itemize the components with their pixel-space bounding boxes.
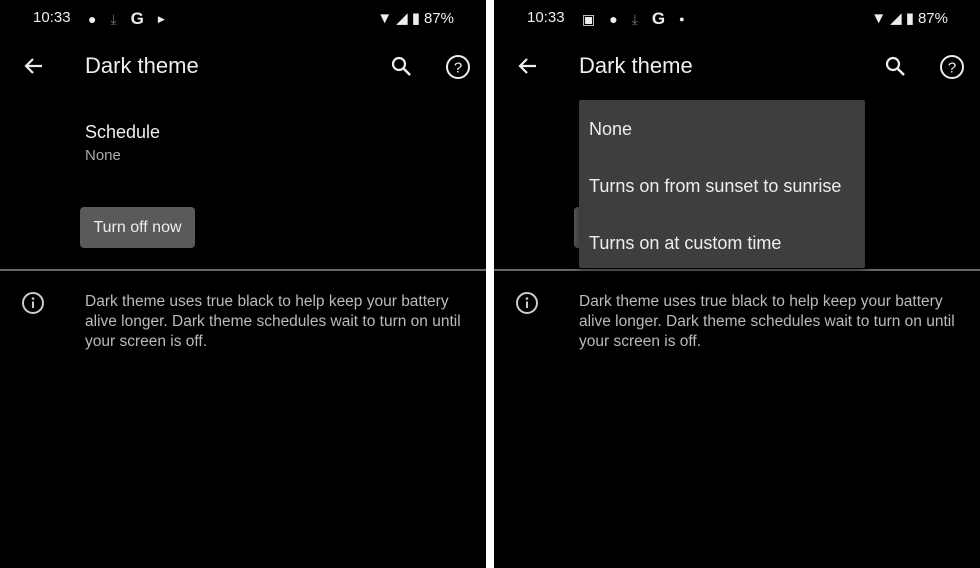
svg-text:?: ? — [948, 60, 956, 77]
battery-level: 87% — [917, 9, 948, 27]
location-icon: ● — [609, 11, 618, 27]
turn-off-now-button[interactable]: Turn off now — [80, 207, 195, 248]
download-icon: ⤓ — [110, 10, 117, 27]
divider — [494, 269, 980, 271]
status-right: ▼ ◢ ▮ 87% — [871, 9, 948, 28]
schedule-dropdown-menu: None Turns on from sunset to sunrise Tur… — [579, 100, 865, 268]
screen-right: 10:33 ▣ ● ⤓ G ● ▼ ◢ ▮ 87% Dark theme ? Dark the… — [494, 0, 980, 568]
dot-icon: ● — [679, 14, 685, 24]
battery-icon: ▮ — [905, 10, 914, 27]
info-text: Dark theme uses true black to help keep … — [579, 293, 955, 350]
schedule-value: None — [85, 147, 121, 164]
google-icon: G — [651, 9, 666, 28]
help-icon[interactable]: ? — [939, 54, 965, 80]
status-notification-icons: ● ⤓ G ▶ — [88, 9, 165, 29]
svg-text:?: ? — [454, 60, 462, 77]
search-icon[interactable] — [389, 54, 413, 78]
screen-left: 10:33 ● ⤓ G ▶ ▼ ◢ ▮ 87% Dark theme ? Schedule … — [0, 0, 486, 568]
status-notification-icons: ▣ ● ⤓ G ● — [582, 9, 685, 29]
signal-icon: ◢ — [890, 10, 902, 27]
back-arrow-icon[interactable] — [516, 54, 540, 78]
info-icon — [516, 292, 538, 314]
google-icon: G — [130, 9, 144, 28]
status-right: ▼ ◢ ▮ 87% — [377, 9, 454, 28]
page-title: Dark theme — [85, 53, 199, 78]
menu-item-sunset-to-sunrise[interactable]: Turns on from sunset to sunrise — [589, 176, 841, 197]
wifi-icon: ▼ — [871, 9, 887, 27]
help-icon[interactable]: ? — [445, 54, 471, 80]
back-arrow-icon[interactable] — [22, 54, 46, 78]
info-text: Dark theme uses true black to help keep … — [85, 293, 461, 350]
menu-item-none[interactable]: None — [589, 119, 632, 140]
play-icon: ▶ — [157, 13, 165, 24]
divider — [0, 269, 486, 271]
schedule-label[interactable]: Schedule — [85, 122, 160, 143]
battery-icon: ▮ — [411, 10, 420, 27]
info-icon — [22, 292, 44, 314]
image-icon: ▣ — [582, 10, 596, 27]
download-icon: ⤓ — [631, 10, 638, 27]
menu-item-custom-time[interactable]: Turns on at custom time — [589, 233, 781, 254]
status-time: 10:33 — [33, 9, 71, 26]
battery-level: 87% — [423, 9, 454, 27]
search-icon[interactable] — [883, 54, 907, 78]
location-icon: ● — [88, 11, 97, 27]
wifi-icon: ▼ — [377, 9, 393, 27]
page-title: Dark theme — [579, 53, 693, 78]
status-time: 10:33 — [527, 9, 565, 26]
signal-icon: ◢ — [396, 10, 408, 27]
